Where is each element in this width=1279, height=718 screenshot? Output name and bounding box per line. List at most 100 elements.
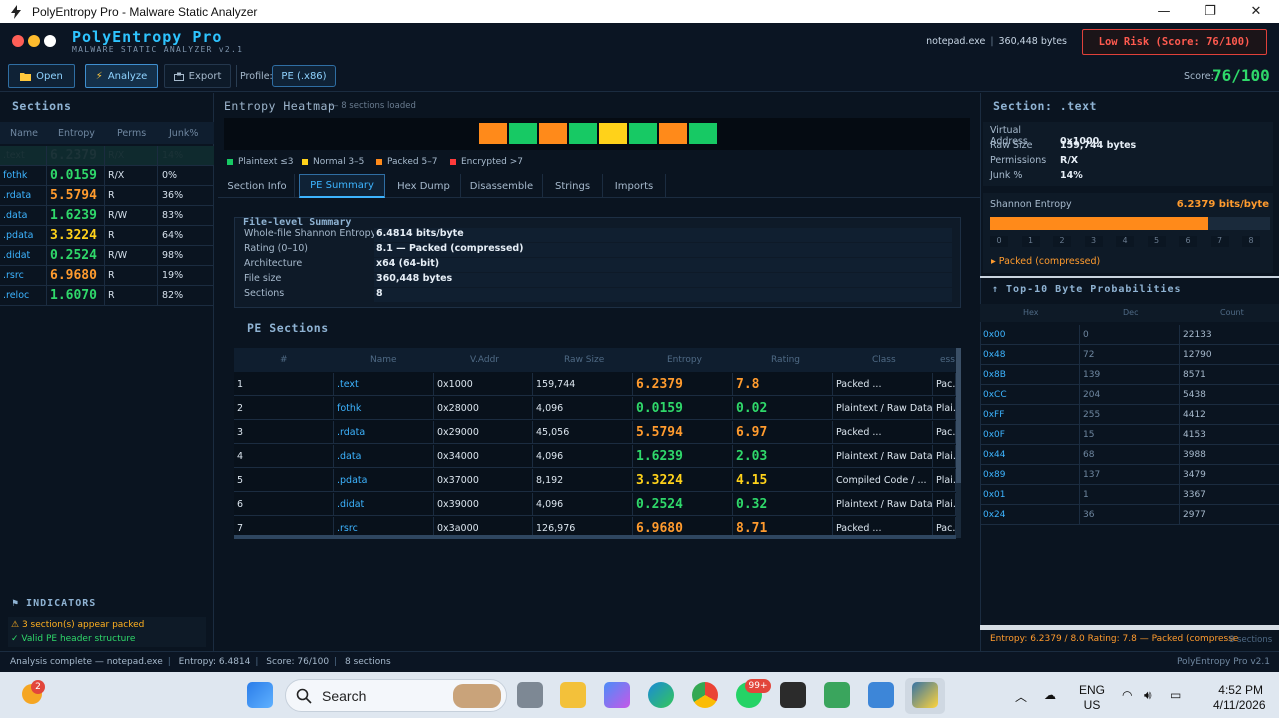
summary-title: File-level Summary: [243, 217, 352, 228]
edge-icon[interactable]: [648, 682, 674, 708]
row-vaddr: 0x29000: [434, 421, 533, 444]
task-view-icon[interactable]: [517, 682, 543, 708]
table-row[interactable]: 3 .rdata 0x29000 45,056 5.5794 6.97 Packed ...…: [234, 421, 956, 445]
copilot-icon[interactable]: [604, 682, 630, 708]
row-extra: Plai...: [933, 493, 956, 516]
heatmap-cell[interactable]: [479, 123, 507, 144]
byte-hex: 0x0F: [980, 425, 1080, 444]
shannon-bar: [990, 217, 1270, 230]
byte-row[interactable]: 0x89 137 3479: [980, 465, 1279, 485]
row-vaddr: 0x39000: [434, 493, 533, 516]
byte-row[interactable]: 0x8B 139 8571: [980, 365, 1279, 385]
scale-tick: 1: [1021, 236, 1040, 247]
byte-count: 12790: [1183, 349, 1212, 360]
export-button[interactable]: Export: [164, 64, 231, 88]
bytes-header: Hex Dec Count: [980, 304, 1279, 322]
row-entropy: 1.6239: [633, 445, 733, 468]
notepad-icon[interactable]: [868, 682, 894, 708]
heatmap-cell[interactable]: [599, 123, 627, 144]
scale-tick: 0: [990, 236, 1008, 247]
byte-row[interactable]: 0x24 36 2977: [980, 505, 1279, 525]
heatmap-cell[interactable]: [689, 123, 717, 144]
tab-strings[interactable]: Strings: [543, 174, 603, 198]
byte-row[interactable]: 0x00 0 22133: [980, 325, 1279, 345]
maximize-button[interactable]: ❐: [1187, 0, 1233, 23]
tab-imports[interactable]: Imports: [603, 174, 666, 198]
heatmap-cell[interactable]: [629, 123, 657, 144]
byte-row[interactable]: 0xFF 255 4412: [980, 405, 1279, 425]
shannon-value: 6.2379 bits/byte: [1176, 199, 1269, 210]
byte-dec: 72: [1080, 345, 1180, 364]
file-explorer-icon[interactable]: [560, 682, 586, 708]
python-icon[interactable]: [912, 682, 938, 708]
table-row[interactable]: 2 fothk 0x28000 4,096 0.0159 0.02 Plaintext / …: [234, 397, 956, 421]
byte-dec: 36: [1080, 505, 1180, 524]
byte-hex: 0x8B: [980, 365, 1080, 384]
status-text: Analysis complete — notepad.exe: [10, 657, 163, 667]
chrome-icon[interactable]: [692, 682, 718, 708]
scale-tick: 2: [1053, 236, 1071, 247]
section-row[interactable]: .rsrc 6.9680 R 19%: [0, 266, 214, 286]
section-entropy: 1.6070: [47, 286, 105, 305]
scale-tick: 8: [1242, 236, 1260, 247]
pe-table-hscroll[interactable]: [234, 535, 956, 539]
toolbar-divider: [236, 65, 237, 87]
row-class: Compiled Code / ...: [833, 469, 933, 492]
byte-dec: 1: [1080, 485, 1180, 504]
pe-table-vscroll[interactable]: [956, 348, 961, 538]
table-row[interactable]: 4 .data 0x34000 4,096 1.6239 2.03 Plaintext / …: [234, 445, 956, 469]
tab-section-info[interactable]: Section Info: [220, 174, 295, 198]
close-button[interactable]: ✕: [1233, 0, 1279, 23]
language-indicator[interactable]: ENG US: [1079, 683, 1105, 713]
section-row[interactable]: .rdata 5.5794 R 36%: [0, 186, 214, 206]
byte-row[interactable]: 0xCC 204 5438: [980, 385, 1279, 405]
section-name: .rdata: [0, 186, 47, 205]
table-row[interactable]: 5 .pdata 0x37000 8,192 3.3224 4.15 Compiled Co…: [234, 469, 956, 493]
byte-row[interactable]: 0x01 1 3367: [980, 485, 1279, 505]
heatmap-cell[interactable]: [509, 123, 537, 144]
heatmap-cell[interactable]: [569, 123, 597, 144]
wifi-icon[interactable]: ◠: [1122, 688, 1132, 702]
tab-disassemble[interactable]: Disassemble: [461, 174, 543, 198]
folder-icon: [20, 72, 32, 81]
detail-row: Junk % 14%: [990, 170, 1083, 181]
terminal-icon[interactable]: [780, 682, 806, 708]
byte-hex: 0x44: [980, 445, 1080, 464]
section-row[interactable]: .pdata 3.3224 R 64%: [0, 226, 214, 246]
section-row[interactable]: .data 1.6239 R/W 83%: [0, 206, 214, 226]
tab-hex-dump[interactable]: Hex Dump: [387, 174, 461, 198]
profile-select[interactable]: PE (.x86): [272, 65, 336, 87]
start-icon[interactable]: [247, 682, 273, 708]
heatmap-cell[interactable]: [539, 123, 567, 144]
open-button[interactable]: Open: [8, 64, 75, 88]
volume-icon[interactable]: 🔊︎: [1144, 688, 1152, 703]
row-raw-size: 4,096: [533, 445, 633, 468]
heatmap-cell[interactable]: [659, 123, 687, 144]
section-row[interactable]: .didat 0.2524 R/W 98%: [0, 246, 214, 266]
clock[interactable]: 4:52 PM 4/11/2026: [1213, 683, 1266, 713]
section-junk: 14%: [162, 150, 184, 161]
tab-pe-summary[interactable]: PE Summary: [299, 174, 385, 198]
detail-hscroll[interactable]: [980, 625, 1279, 630]
window-titlebar: PolyEntropy Pro - Malware Static Analyze…: [0, 0, 1279, 23]
status-sections: 8 sections: [344, 657, 391, 667]
section-row[interactable]: .text 6.2379 R/X 14%: [0, 146, 214, 166]
byte-row[interactable]: 0x44 68 3988: [980, 445, 1279, 465]
byte-row[interactable]: 0x0F 15 4153: [980, 425, 1279, 445]
notepad-plus-icon[interactable]: [824, 682, 850, 708]
byte-row[interactable]: 0x48 72 12790: [980, 345, 1279, 365]
section-perms: R/W: [105, 206, 158, 225]
chevron-up-icon[interactable]: ︿: [1015, 688, 1027, 705]
table-row[interactable]: 6 .didat 0x39000 4,096 0.2524 0.32 Plaintext /…: [234, 493, 956, 517]
table-row[interactable]: 1 .text 0x1000 159,744 6.2379 7.8 Packed ... Pa…: [234, 373, 956, 397]
section-row[interactable]: fothk 0.0159 R/X 0%: [0, 166, 214, 186]
heatmap-subtitle: — 8 sections loaded: [330, 101, 416, 111]
minimize-button[interactable]: —: [1141, 0, 1187, 23]
scale-tick: 3: [1084, 236, 1103, 247]
analyze-button[interactable]: ⚡ Analyze: [85, 64, 158, 88]
byte-count: 4412: [1183, 409, 1206, 420]
section-junk: 98%: [162, 250, 184, 261]
section-row[interactable]: .reloc 1.6070 R 82%: [0, 286, 214, 306]
battery-icon[interactable]: ▭: [1170, 688, 1181, 702]
cloud-icon[interactable]: ☁: [1044, 688, 1056, 702]
